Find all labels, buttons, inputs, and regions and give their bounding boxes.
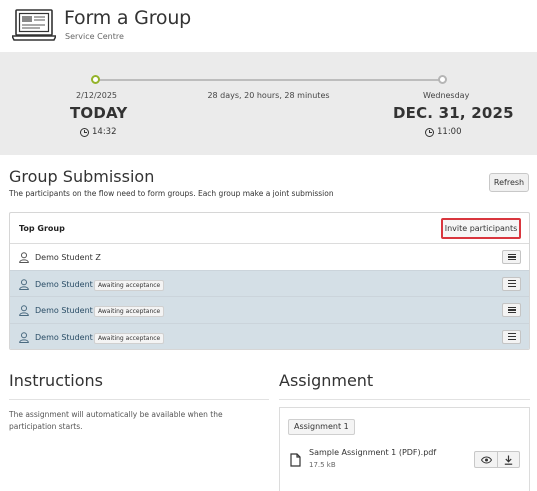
end-date: Wednesday xyxy=(423,91,470,100)
member-menu-button[interactable] xyxy=(502,276,521,291)
member-name: Demo Student X xyxy=(35,332,101,342)
status-badge: Awaiting acceptance xyxy=(94,332,165,344)
user-icon xyxy=(19,331,29,343)
download-icon xyxy=(504,455,513,465)
group-submission-description: The participants on the flow need to for… xyxy=(9,189,334,198)
file-size: 17.5 kB xyxy=(309,461,336,469)
end-time: 11:00 xyxy=(425,127,462,137)
start-time-value: 14:32 xyxy=(92,127,117,137)
timeline-end-dot xyxy=(438,75,447,84)
user-icon xyxy=(19,278,29,290)
end-label: DEC. 31, 2025 xyxy=(393,104,514,122)
status-badge: Awaiting acceptance xyxy=(94,306,165,317)
member-name: Demo Student C xyxy=(35,306,101,315)
group-name: Top Group xyxy=(19,224,65,233)
file-actions xyxy=(474,451,520,468)
member-name: Demo Student Z xyxy=(35,253,101,262)
member-menu-button[interactable] xyxy=(502,329,521,344)
timeline-band: 2/12/2025 TODAY 14:32 28 days, 20 hours,… xyxy=(0,52,537,155)
member-menu-button[interactable] xyxy=(502,250,521,264)
member-row: Demo Student C Awaiting acceptance xyxy=(10,297,529,324)
instructions-title: Instructions xyxy=(9,371,103,390)
user-icon xyxy=(19,252,29,263)
end-time-value: 11:00 xyxy=(437,127,462,137)
assignment-panel: Assignment 1 Sample Assignment 1 (PDF).p… xyxy=(279,407,530,491)
refresh-button[interactable]: Refresh xyxy=(489,173,529,192)
page-subtitle: Service Centre xyxy=(65,32,124,41)
file-name[interactable]: Sample Assignment 1 (PDF).pdf xyxy=(309,448,436,457)
status-badge: Awaiting acceptance xyxy=(94,279,165,291)
tab-assignment-1[interactable]: Assignment 1 xyxy=(288,419,355,435)
member-name: Demo Student A xyxy=(35,279,101,289)
laptop-icon xyxy=(12,9,56,41)
clock-icon xyxy=(425,127,434,137)
page-title: Form a Group xyxy=(64,7,192,29)
preview-button[interactable] xyxy=(475,452,497,467)
member-menu-button[interactable] xyxy=(502,303,521,317)
eye-icon xyxy=(480,456,492,463)
clock-icon xyxy=(80,127,89,137)
timeline-line xyxy=(99,79,439,81)
instructions-text: The assignment will automatically be ava… xyxy=(9,410,223,431)
user-icon xyxy=(19,305,29,316)
download-button[interactable] xyxy=(497,452,519,467)
group-panel: Top Group Invite participants Demo Stude… xyxy=(9,212,530,350)
assignment-title: Assignment xyxy=(279,371,374,390)
file-icon xyxy=(290,453,301,467)
page-header: Form a Group Service Centre xyxy=(0,0,537,52)
group-submission-title: Group Submission xyxy=(9,167,155,186)
group-header: Top Group Invite participants xyxy=(10,213,529,244)
assignment-divider xyxy=(279,399,530,400)
invite-participants-button[interactable]: Invite participants xyxy=(441,218,521,239)
member-row: Demo Student Z xyxy=(10,244,529,271)
member-row: Demo Student X Awaiting acceptance xyxy=(10,323,529,349)
start-time: 14:32 xyxy=(80,127,117,137)
timeline-start-dot xyxy=(91,75,100,84)
member-row: Demo Student A Awaiting acceptance xyxy=(10,270,529,297)
start-label: TODAY xyxy=(70,104,128,122)
instructions-divider xyxy=(9,399,269,400)
